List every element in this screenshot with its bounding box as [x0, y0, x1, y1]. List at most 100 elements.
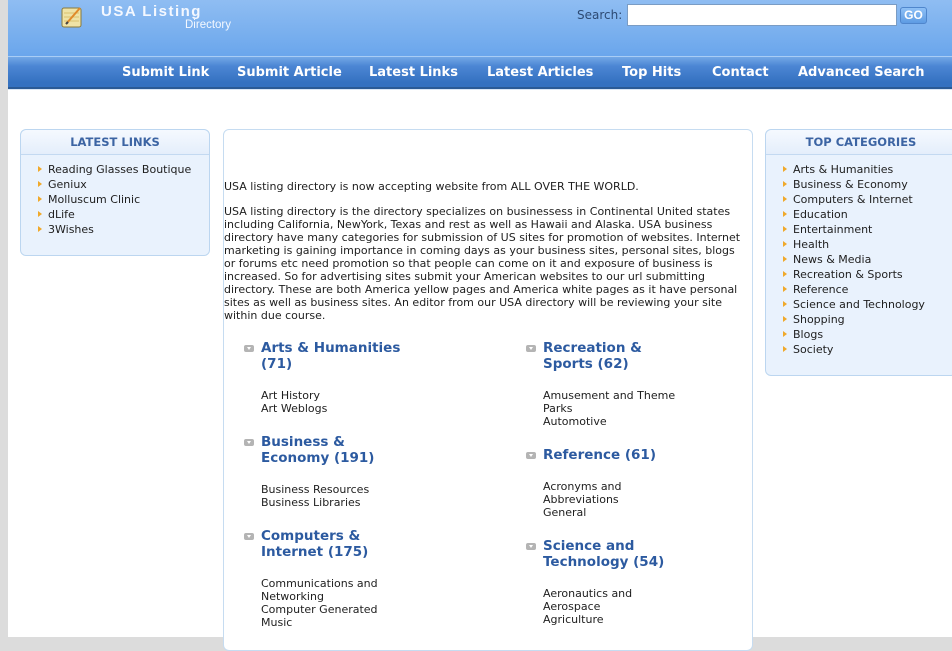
top-category-link[interactable]: Shopping — [793, 313, 845, 326]
nav-latest-links[interactable]: Latest Links — [369, 65, 458, 80]
category-block: Business & Economy (191) Business Resour… — [244, 434, 461, 509]
category-block: Arts & Humanities (71) Art History Art W… — [244, 340, 461, 415]
category-block: Reference (61) Acronyms and Abbreviation… — [526, 447, 743, 519]
list-item: Blogs — [783, 327, 952, 342]
arrow-bullet-icon — [38, 166, 42, 172]
site-subtitle: Directory — [185, 19, 232, 31]
category-link[interactable]: Arts & Humanities (71) — [261, 340, 411, 372]
search-label: Search: — [577, 8, 623, 22]
top-categories-box: TOP CATEGORIES Arts & Humanities Busines… — [765, 129, 952, 376]
top-category-link[interactable]: News & Media — [793, 253, 871, 266]
category-bullet-icon — [526, 543, 536, 550]
nav-contact[interactable]: Contact — [712, 65, 769, 80]
nav-submit-article[interactable]: Submit Article — [237, 65, 342, 80]
latest-link[interactable]: Reading Glasses Boutique — [48, 163, 191, 176]
arrow-bullet-icon — [783, 301, 787, 307]
top-categories-list: Arts & Humanities Business & Economy Com… — [766, 155, 952, 357]
list-item: Health — [783, 237, 952, 252]
subcategory-link[interactable]: Acronyms and Abbreviations — [543, 480, 643, 506]
top-category-link[interactable]: Computers & Internet — [793, 193, 913, 206]
list-item: Geniux — [38, 177, 209, 192]
latest-link[interactable]: 3Wishes — [48, 223, 94, 236]
subcategory-link[interactable]: Computer Generated Music — [261, 603, 391, 629]
top-category-link[interactable]: Arts & Humanities — [793, 163, 893, 176]
arrow-bullet-icon — [783, 256, 787, 262]
category-block: Science and Technology (54) Aeronautics … — [526, 538, 743, 626]
list-item: Molluscum Clinic — [38, 192, 209, 207]
top-category-link[interactable]: Education — [793, 208, 848, 221]
category-bullet-icon — [244, 345, 254, 352]
arrow-bullet-icon — [38, 211, 42, 217]
subcategory-link[interactable]: Amusement and Theme Parks — [543, 389, 688, 415]
nav-latest-articles[interactable]: Latest Articles — [487, 65, 593, 80]
header: USA Listing Directory Search: GO — [8, 0, 952, 56]
top-category-link[interactable]: Entertainment — [793, 223, 872, 236]
top-category-link[interactable]: Recreation & Sports — [793, 268, 903, 281]
category-block: Recreation & Sports (62) Amusement and T… — [526, 340, 743, 428]
category-link[interactable]: Computers & Internet (175) — [261, 528, 391, 560]
list-item: Education — [783, 207, 952, 222]
top-category-link[interactable]: Society — [793, 343, 833, 356]
top-categories-heading: TOP CATEGORIES — [766, 130, 952, 155]
category-bullet-icon — [244, 439, 254, 446]
top-category-link[interactable]: Blogs — [793, 328, 823, 341]
subcategory-link[interactable]: Art History — [261, 389, 461, 402]
subcategory-link[interactable]: Art Weblogs — [261, 402, 461, 415]
main-nav: Submit Link Submit Article Latest Links … — [8, 56, 952, 89]
subcategory-link[interactable]: Agriculture — [543, 613, 643, 626]
category-bullet-icon — [526, 345, 536, 352]
list-item: Reference — [783, 282, 952, 297]
arrow-bullet-icon — [783, 211, 787, 217]
list-item: Arts & Humanities — [783, 162, 952, 177]
arrow-bullet-icon — [783, 316, 787, 322]
page: USA Listing Directory Search: GO Submit … — [8, 0, 952, 651]
arrow-bullet-icon — [783, 196, 787, 202]
list-item: News & Media — [783, 252, 952, 267]
subcategory-link[interactable]: General — [543, 506, 643, 519]
nav-advanced-search[interactable]: Advanced Search — [798, 65, 925, 80]
divider — [8, 89, 952, 90]
arrow-bullet-icon — [38, 226, 42, 232]
arrow-bullet-icon — [783, 286, 787, 292]
category-bullet-icon — [244, 533, 254, 540]
intro-description: USA listing directory is the directory s… — [224, 205, 741, 322]
latest-link[interactable]: dLife — [48, 208, 75, 221]
arrow-bullet-icon — [38, 181, 42, 187]
arrow-bullet-icon — [783, 331, 787, 337]
arrow-bullet-icon — [38, 196, 42, 202]
subcategory-link[interactable]: Aeronautics and Aerospace — [543, 587, 643, 613]
top-category-link[interactable]: Science and Technology — [793, 298, 925, 311]
top-category-link[interactable]: Reference — [793, 283, 848, 296]
latest-links-list: Reading Glasses Boutique Geniux Molluscu… — [21, 155, 209, 237]
subcategory-link[interactable]: Communications and Networking — [261, 577, 391, 603]
list-item: Society — [783, 342, 952, 357]
subcategory-link[interactable]: Business Resources — [261, 483, 461, 496]
category-link[interactable]: Recreation & Sports (62) — [543, 340, 653, 372]
latest-link[interactable]: Molluscum Clinic — [48, 193, 140, 206]
arrow-bullet-icon — [783, 271, 787, 277]
latest-link[interactable]: Geniux — [48, 178, 87, 191]
site-title[interactable]: USA Listing — [101, 3, 202, 20]
list-item: Reading Glasses Boutique — [38, 162, 209, 177]
category-link[interactable]: Business & Economy (191) — [261, 434, 391, 466]
category-link[interactable]: Science and Technology (54) — [543, 538, 673, 570]
top-category-link[interactable]: Business & Economy — [793, 178, 908, 191]
arrow-bullet-icon — [783, 181, 787, 187]
category-link[interactable]: Reference (61) — [543, 447, 683, 463]
list-item: Business & Economy — [783, 177, 952, 192]
list-item: Entertainment — [783, 222, 952, 237]
arrow-bullet-icon — [783, 166, 787, 172]
main-content: USA listing directory is now accepting w… — [223, 129, 753, 651]
top-category-link[interactable]: Health — [793, 238, 829, 251]
search-input[interactable] — [627, 4, 897, 26]
subcategory-link[interactable]: Automotive — [543, 415, 688, 428]
list-item: Recreation & Sports — [783, 267, 952, 282]
category-block: Computers & Internet (175) Communication… — [244, 528, 461, 629]
nav-submit-link[interactable]: Submit Link — [122, 65, 209, 80]
go-button[interactable]: GO — [900, 7, 927, 24]
nav-top-hits[interactable]: Top Hits — [622, 65, 681, 80]
list-item: Science and Technology — [783, 297, 952, 312]
notepad-pencil-icon[interactable] — [61, 6, 83, 28]
latest-links-heading: LATEST LINKS — [21, 130, 209, 155]
subcategory-link[interactable]: Business Libraries — [261, 496, 461, 509]
